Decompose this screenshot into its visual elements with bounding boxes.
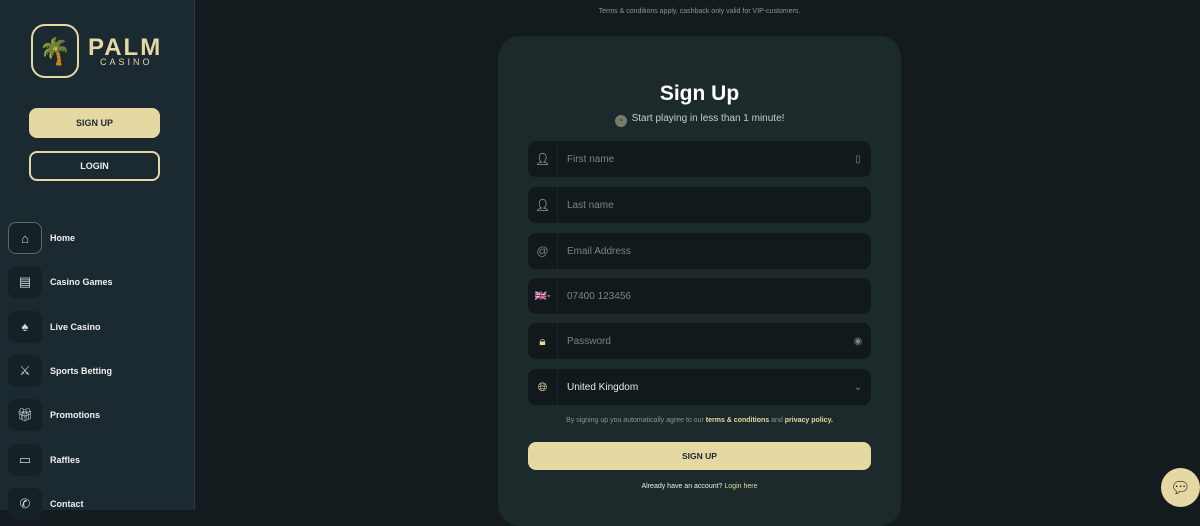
home-icon: ⌂ <box>8 222 42 255</box>
sidebar-item-live-casino[interactable]: ♠ Live Casino <box>8 305 113 349</box>
uk-flag-icon: 🇬🇧 <box>534 290 548 302</box>
clock-icon: ◔ <box>614 115 627 127</box>
phone-field: 🇬🇧 ▾ <box>528 278 871 314</box>
globe-icon: 🌐︎ <box>528 369 558 405</box>
chevron-down-icon: ▾ <box>547 293 551 300</box>
brand-subtitle: CASINO <box>100 57 153 67</box>
country-select[interactable]: 🌐︎ United Kingdom ⌄ <box>528 369 871 405</box>
sidebar-item-label: Sports Betting <box>50 366 112 377</box>
sidebar-item-home[interactable]: ⌂ Home <box>8 216 113 260</box>
show-password-icon[interactable]: ◉ <box>845 336 871 347</box>
terms-link[interactable]: terms & conditions <box>706 417 769 424</box>
sports-icon: ⚔ <box>8 355 42 388</box>
signup-submit-button[interactable]: SIGN UP <box>528 442 871 470</box>
chevron-down-icon: ⌄ <box>853 381 863 393</box>
email-input[interactable] <box>558 245 871 257</box>
sidebar-item-label: Contact <box>50 498 84 509</box>
country-value: United Kingdom <box>567 381 639 393</box>
agree-prefix: By signing up you automatically agree to… <box>566 417 706 424</box>
first-name-field: 👤︎ ▯ <box>528 141 871 177</box>
email-field: @ <box>528 233 871 269</box>
last-name-field: 👤︎ <box>528 187 871 223</box>
phone-icon: ✆ <box>8 487 42 520</box>
last-name-input[interactable] <box>558 199 871 211</box>
gift-icon: 🎁︎ <box>8 399 42 432</box>
privacy-link[interactable]: privacy policy. <box>785 417 833 424</box>
sidebar-nav: ⌂ Home ▤ Casino Games ♠ Live Casino ⚔ Sports… <box>8 216 113 526</box>
signup-card: Sign Up ◔ Start playing in less than 1 mi… <box>498 36 901 526</box>
have-account-text: Already have an account? <box>641 483 725 490</box>
sidebar: 🌴 PALM CASINO SIGN UP LOGIN ⌂ Home ▤ Casin… <box>0 0 195 520</box>
login-link[interactable]: Login here <box>724 483 757 490</box>
autofill-icon[interactable]: ▯ <box>845 154 871 165</box>
sidebar-item-casino-games[interactable]: ▤ Casino Games <box>8 260 113 304</box>
sidebar-item-raffles[interactable]: ▭ Raffles <box>8 437 113 481</box>
page-title: Sign Up <box>659 82 740 105</box>
vip-notice: Terms & conditions apply, cashback only … <box>598 8 801 15</box>
sidebar-item-promotions[interactable]: 🎁︎ Promotions <box>8 393 113 437</box>
password-field: 🔒︎ ◉ <box>528 323 871 359</box>
agree-and: and <box>769 417 785 424</box>
first-name-input[interactable] <box>558 153 845 165</box>
sidebar-item-sports-betting[interactable]: ⚔ Sports Betting <box>8 349 113 393</box>
lock-icon: 🔒︎ <box>528 323 558 359</box>
chat-icon[interactable]: 💬︎ <box>1161 468 1200 507</box>
sidebar-item-label: Promotions <box>50 410 101 421</box>
password-input[interactable] <box>558 335 845 347</box>
sidebar-item-label: Home <box>50 233 76 244</box>
subtitle-text: Start playing in less than 1 minute! <box>631 113 785 124</box>
ticket-icon: ▭ <box>8 443 42 476</box>
agreement-text: By signing up you automatically agree to… <box>498 417 901 424</box>
sidebar-signup-button[interactable]: SIGN UP <box>29 108 160 138</box>
subtitle: ◔ Start playing in less than 1 minute! <box>498 113 901 127</box>
at-icon: @ <box>528 233 558 269</box>
sidebar-item-contact[interactable]: ✆ Contact <box>8 482 113 526</box>
cards-icon: ♠ <box>8 310 42 343</box>
slot-machine-icon: ▤ <box>8 266 42 299</box>
palm-tree-icon[interactable]: 🌴 <box>31 24 79 78</box>
sidebar-item-label: Casino Games <box>50 277 113 288</box>
user-icon: 👤︎ <box>528 141 558 177</box>
phone-input[interactable] <box>558 290 871 302</box>
login-prompt: Already have an account? Login here <box>498 483 901 490</box>
sidebar-login-button[interactable]: LOGIN <box>29 151 160 181</box>
country-code-select[interactable]: 🇬🇧 ▾ <box>528 278 558 314</box>
sidebar-item-label: Live Casino <box>50 321 101 332</box>
user-icon: 👤︎ <box>528 187 558 223</box>
sidebar-item-label: Raffles <box>50 454 81 465</box>
